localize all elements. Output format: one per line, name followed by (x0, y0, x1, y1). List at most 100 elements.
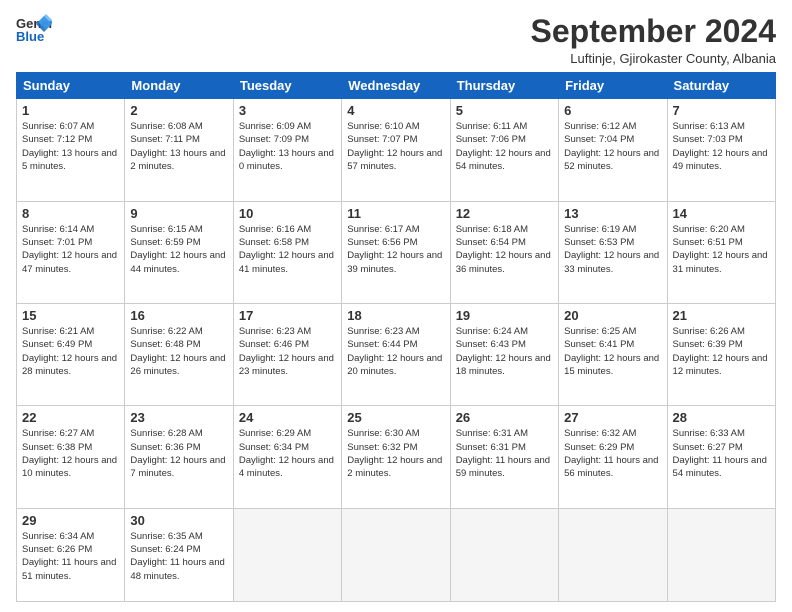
subtitle: Luftinje, Gjirokaster County, Albania (531, 51, 776, 66)
calendar-cell: 29 Sunrise: 6:34 AM Sunset: 6:26 PM Dayl… (17, 508, 125, 601)
calendar-cell: 18 Sunrise: 6:23 AM Sunset: 6:44 PM Dayl… (342, 304, 450, 406)
calendar-header-row: Sunday Monday Tuesday Wednesday Thursday… (17, 73, 776, 99)
day-info: Sunrise: 6:30 AM Sunset: 6:32 PM Dayligh… (347, 427, 444, 480)
calendar-week-row: 1 Sunrise: 6:07 AM Sunset: 7:12 PM Dayli… (17, 99, 776, 201)
calendar-cell: 22 Sunrise: 6:27 AM Sunset: 6:38 PM Dayl… (17, 406, 125, 508)
calendar-cell (667, 508, 775, 601)
header-monday: Monday (125, 73, 233, 99)
day-number: 24 (239, 410, 336, 425)
day-number: 21 (673, 308, 770, 323)
day-info: Sunrise: 6:19 AM Sunset: 6:53 PM Dayligh… (564, 223, 661, 276)
day-info: Sunrise: 6:16 AM Sunset: 6:58 PM Dayligh… (239, 223, 336, 276)
day-info: Sunrise: 6:17 AM Sunset: 6:56 PM Dayligh… (347, 223, 444, 276)
calendar-cell (559, 508, 667, 601)
calendar-cell: 26 Sunrise: 6:31 AM Sunset: 6:31 PM Dayl… (450, 406, 558, 508)
day-number: 14 (673, 206, 770, 221)
calendar-cell: 11 Sunrise: 6:17 AM Sunset: 6:56 PM Dayl… (342, 201, 450, 303)
calendar-cell: 7 Sunrise: 6:13 AM Sunset: 7:03 PM Dayli… (667, 99, 775, 201)
calendar-cell: 8 Sunrise: 6:14 AM Sunset: 7:01 PM Dayli… (17, 201, 125, 303)
calendar-cell: 6 Sunrise: 6:12 AM Sunset: 7:04 PM Dayli… (559, 99, 667, 201)
calendar-cell: 2 Sunrise: 6:08 AM Sunset: 7:11 PM Dayli… (125, 99, 233, 201)
header-friday: Friday (559, 73, 667, 99)
day-info: Sunrise: 6:27 AM Sunset: 6:38 PM Dayligh… (22, 427, 119, 480)
day-info: Sunrise: 6:09 AM Sunset: 7:09 PM Dayligh… (239, 120, 336, 173)
day-number: 20 (564, 308, 661, 323)
calendar-cell: 3 Sunrise: 6:09 AM Sunset: 7:09 PM Dayli… (233, 99, 341, 201)
day-info: Sunrise: 6:08 AM Sunset: 7:11 PM Dayligh… (130, 120, 227, 173)
day-info: Sunrise: 6:33 AM Sunset: 6:27 PM Dayligh… (673, 427, 770, 480)
calendar-cell: 1 Sunrise: 6:07 AM Sunset: 7:12 PM Dayli… (17, 99, 125, 201)
day-number: 2 (130, 103, 227, 118)
calendar-cell: 5 Sunrise: 6:11 AM Sunset: 7:06 PM Dayli… (450, 99, 558, 201)
calendar-cell (342, 508, 450, 601)
day-info: Sunrise: 6:32 AM Sunset: 6:29 PM Dayligh… (564, 427, 661, 480)
calendar-cell: 23 Sunrise: 6:28 AM Sunset: 6:36 PM Dayl… (125, 406, 233, 508)
calendar-cell: 4 Sunrise: 6:10 AM Sunset: 7:07 PM Dayli… (342, 99, 450, 201)
day-info: Sunrise: 6:15 AM Sunset: 6:59 PM Dayligh… (130, 223, 227, 276)
svg-text:Blue: Blue (16, 29, 44, 44)
day-info: Sunrise: 6:21 AM Sunset: 6:49 PM Dayligh… (22, 325, 119, 378)
day-info: Sunrise: 6:23 AM Sunset: 6:44 PM Dayligh… (347, 325, 444, 378)
day-number: 7 (673, 103, 770, 118)
day-number: 22 (22, 410, 119, 425)
calendar-cell: 16 Sunrise: 6:22 AM Sunset: 6:48 PM Dayl… (125, 304, 233, 406)
header-wednesday: Wednesday (342, 73, 450, 99)
day-number: 10 (239, 206, 336, 221)
calendar-week-row: 15 Sunrise: 6:21 AM Sunset: 6:49 PM Dayl… (17, 304, 776, 406)
calendar-cell: 13 Sunrise: 6:19 AM Sunset: 6:53 PM Dayl… (559, 201, 667, 303)
calendar-cell: 10 Sunrise: 6:16 AM Sunset: 6:58 PM Dayl… (233, 201, 341, 303)
day-info: Sunrise: 6:25 AM Sunset: 6:41 PM Dayligh… (564, 325, 661, 378)
day-info: Sunrise: 6:28 AM Sunset: 6:36 PM Dayligh… (130, 427, 227, 480)
day-number: 17 (239, 308, 336, 323)
day-number: 27 (564, 410, 661, 425)
day-info: Sunrise: 6:13 AM Sunset: 7:03 PM Dayligh… (673, 120, 770, 173)
calendar-cell: 9 Sunrise: 6:15 AM Sunset: 6:59 PM Dayli… (125, 201, 233, 303)
header: General Blue September 2024 Luftinje, Gj… (16, 14, 776, 66)
calendar-cell (450, 508, 558, 601)
day-number: 4 (347, 103, 444, 118)
day-info: Sunrise: 6:14 AM Sunset: 7:01 PM Dayligh… (22, 223, 119, 276)
day-number: 18 (347, 308, 444, 323)
day-number: 5 (456, 103, 553, 118)
header-sunday: Sunday (17, 73, 125, 99)
calendar-cell: 17 Sunrise: 6:23 AM Sunset: 6:46 PM Dayl… (233, 304, 341, 406)
day-number: 19 (456, 308, 553, 323)
day-number: 23 (130, 410, 227, 425)
day-info: Sunrise: 6:18 AM Sunset: 6:54 PM Dayligh… (456, 223, 553, 276)
calendar-week-row: 22 Sunrise: 6:27 AM Sunset: 6:38 PM Dayl… (17, 406, 776, 508)
calendar-cell (233, 508, 341, 601)
day-info: Sunrise: 6:07 AM Sunset: 7:12 PM Dayligh… (22, 120, 119, 173)
day-number: 8 (22, 206, 119, 221)
day-number: 6 (564, 103, 661, 118)
calendar-cell: 25 Sunrise: 6:30 AM Sunset: 6:32 PM Dayl… (342, 406, 450, 508)
calendar-cell: 20 Sunrise: 6:25 AM Sunset: 6:41 PM Dayl… (559, 304, 667, 406)
day-info: Sunrise: 6:29 AM Sunset: 6:34 PM Dayligh… (239, 427, 336, 480)
day-info: Sunrise: 6:23 AM Sunset: 6:46 PM Dayligh… (239, 325, 336, 378)
day-info: Sunrise: 6:10 AM Sunset: 7:07 PM Dayligh… (347, 120, 444, 173)
calendar-table: Sunday Monday Tuesday Wednesday Thursday… (16, 72, 776, 602)
logo: General Blue (16, 14, 52, 44)
header-saturday: Saturday (667, 73, 775, 99)
day-info: Sunrise: 6:24 AM Sunset: 6:43 PM Dayligh… (456, 325, 553, 378)
day-number: 9 (130, 206, 227, 221)
calendar-cell: 27 Sunrise: 6:32 AM Sunset: 6:29 PM Dayl… (559, 406, 667, 508)
calendar-cell: 12 Sunrise: 6:18 AM Sunset: 6:54 PM Dayl… (450, 201, 558, 303)
calendar-week-row: 8 Sunrise: 6:14 AM Sunset: 7:01 PM Dayli… (17, 201, 776, 303)
calendar-cell: 14 Sunrise: 6:20 AM Sunset: 6:51 PM Dayl… (667, 201, 775, 303)
day-info: Sunrise: 6:34 AM Sunset: 6:26 PM Dayligh… (22, 530, 119, 583)
page: General Blue September 2024 Luftinje, Gj… (0, 0, 792, 612)
calendar-cell: 30 Sunrise: 6:35 AM Sunset: 6:24 PM Dayl… (125, 508, 233, 601)
day-number: 29 (22, 513, 119, 528)
month-title: September 2024 (531, 14, 776, 49)
header-tuesday: Tuesday (233, 73, 341, 99)
calendar-week-row: 29 Sunrise: 6:34 AM Sunset: 6:26 PM Dayl… (17, 508, 776, 601)
day-number: 3 (239, 103, 336, 118)
calendar-cell: 15 Sunrise: 6:21 AM Sunset: 6:49 PM Dayl… (17, 304, 125, 406)
day-info: Sunrise: 6:31 AM Sunset: 6:31 PM Dayligh… (456, 427, 553, 480)
calendar-cell: 19 Sunrise: 6:24 AM Sunset: 6:43 PM Dayl… (450, 304, 558, 406)
day-number: 30 (130, 513, 227, 528)
day-number: 1 (22, 103, 119, 118)
day-number: 16 (130, 308, 227, 323)
logo-icon: General Blue (16, 14, 52, 44)
day-number: 28 (673, 410, 770, 425)
